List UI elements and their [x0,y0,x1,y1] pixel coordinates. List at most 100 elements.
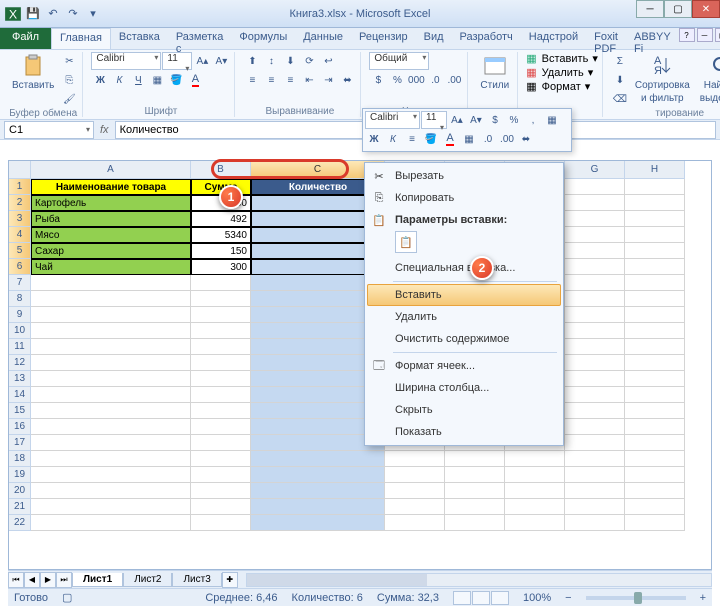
cell-E19[interactable] [445,467,505,483]
row-header-22[interactable]: 22 [9,515,31,531]
cell-E18[interactable] [445,451,505,467]
copy-icon[interactable]: ⎘ [60,71,78,89]
cell-H22[interactable] [625,515,685,531]
inc-decimal-icon[interactable]: .0 [426,71,444,89]
mt-comma-icon[interactable]: , [524,111,542,129]
cell-B8[interactable] [191,291,251,307]
cell-F21[interactable] [505,499,565,515]
paste-button[interactable]: Вставить [8,52,58,93]
close-button[interactable]: ✕ [692,0,720,18]
cell-D22[interactable] [385,515,445,531]
cell-B15[interactable] [191,403,251,419]
cell-D18[interactable] [385,451,445,467]
cell-E20[interactable] [445,483,505,499]
cell-H18[interactable] [625,451,685,467]
align-right-icon[interactable]: ≡ [281,71,299,89]
cell-D20[interactable] [385,483,445,499]
cell-G3[interactable] [565,211,625,227]
cell-H16[interactable] [625,419,685,435]
row-header-17[interactable]: 17 [9,435,31,451]
cell-B4[interactable]: 5340 [191,227,251,243]
cell-C20[interactable] [251,483,385,499]
sheet-nav-prev[interactable]: ◀ [24,572,40,588]
zoom-out-icon[interactable]: − [565,592,571,604]
cell-H14[interactable] [625,387,685,403]
cell-H6[interactable] [625,259,685,275]
col-header-A[interactable]: A [31,161,191,179]
cell-G9[interactable] [565,307,625,323]
indent-inc-icon[interactable]: ⇥ [319,71,337,89]
clear-icon[interactable]: ⌫ [611,90,629,108]
align-bottom-icon[interactable]: ⬇ [281,52,299,70]
cell-A3[interactable]: Рыба [31,211,191,227]
cm-col-width[interactable]: Ширина столбца... [367,377,561,399]
cell-A6[interactable]: Чай [31,259,191,275]
row-header-12[interactable]: 12 [9,355,31,371]
minimize-button[interactable]: ─ [636,0,664,18]
mt-border-icon[interactable]: ▦ [460,130,478,148]
cell-A21[interactable] [31,499,191,515]
row-header-3[interactable]: 3 [9,211,31,227]
sheet-tab-1[interactable]: Лист1 [72,573,123,587]
cell-A15[interactable] [31,403,191,419]
cell-G22[interactable] [565,515,625,531]
view-layout-icon[interactable] [472,591,490,605]
styles-button[interactable]: Стили [476,52,513,93]
tab-layout[interactable]: Разметка с [168,28,232,49]
font-name-combo[interactable]: Calibri [91,52,161,70]
sort-button[interactable]: AЯ Сортировка и фильтр [631,52,694,106]
mt-size-combo[interactable]: 11 [421,111,447,129]
cell-H13[interactable] [625,371,685,387]
cell-G5[interactable] [565,243,625,259]
row-header-15[interactable]: 15 [9,403,31,419]
cell-C22[interactable] [251,515,385,531]
cell-B11[interactable] [191,339,251,355]
cell-G1[interactable] [565,179,625,195]
underline-button[interactable]: Ч [129,71,147,89]
select-all-corner[interactable] [9,161,31,179]
cell-B14[interactable] [191,387,251,403]
cm-delete[interactable]: Удалить [367,306,561,328]
mt-shrink-icon[interactable]: A▾ [467,111,485,129]
fill-color-icon[interactable]: 🪣 [167,71,185,89]
border-icon[interactable]: ▦ [148,71,166,89]
ribbon-help-icon[interactable]: ? [679,28,695,42]
mt-percent-icon[interactable]: % [505,111,523,129]
maximize-button[interactable]: ▢ [664,0,692,18]
cell-B9[interactable] [191,307,251,323]
cell-B21[interactable] [191,499,251,515]
cell-G4[interactable] [565,227,625,243]
zoom-thumb[interactable] [634,592,642,604]
mt-fontcolor-icon[interactable]: A [441,130,459,148]
row-header-1[interactable]: 1 [9,179,31,195]
cell-A1[interactable]: Наименование товара [31,179,191,195]
cell-G14[interactable] [565,387,625,403]
tab-home[interactable]: Главная [51,28,111,49]
cells-delete-button[interactable]: ▦ Удалить ▾ [526,66,593,79]
file-tab[interactable]: Файл [0,28,51,49]
cell-H4[interactable] [625,227,685,243]
cell-A19[interactable] [31,467,191,483]
cell-H1[interactable] [625,179,685,195]
cm-format-cells[interactable]: 🗔 Формат ячеек... [367,355,561,377]
cell-C21[interactable] [251,499,385,515]
tab-insert[interactable]: Вставка [111,28,168,49]
fill-icon[interactable]: ⬇ [611,71,629,89]
new-sheet-icon[interactable]: ✚ [222,572,238,588]
cell-A22[interactable] [31,515,191,531]
cell-B13[interactable] [191,371,251,387]
mt-currency-icon[interactable]: $ [486,111,504,129]
cell-G8[interactable] [565,291,625,307]
cm-hide[interactable]: Скрыть [367,399,561,421]
sheet-nav-first[interactable]: ⏮ [8,572,24,588]
cell-A11[interactable] [31,339,191,355]
cell-G11[interactable] [565,339,625,355]
row-header-7[interactable]: 7 [9,275,31,291]
cell-G19[interactable] [565,467,625,483]
cell-H5[interactable] [625,243,685,259]
macro-record-icon[interactable]: ▢ [62,591,72,604]
cell-H9[interactable] [625,307,685,323]
row-header-14[interactable]: 14 [9,387,31,403]
tab-addins[interactable]: Надстрой [521,28,586,49]
cell-D21[interactable] [385,499,445,515]
